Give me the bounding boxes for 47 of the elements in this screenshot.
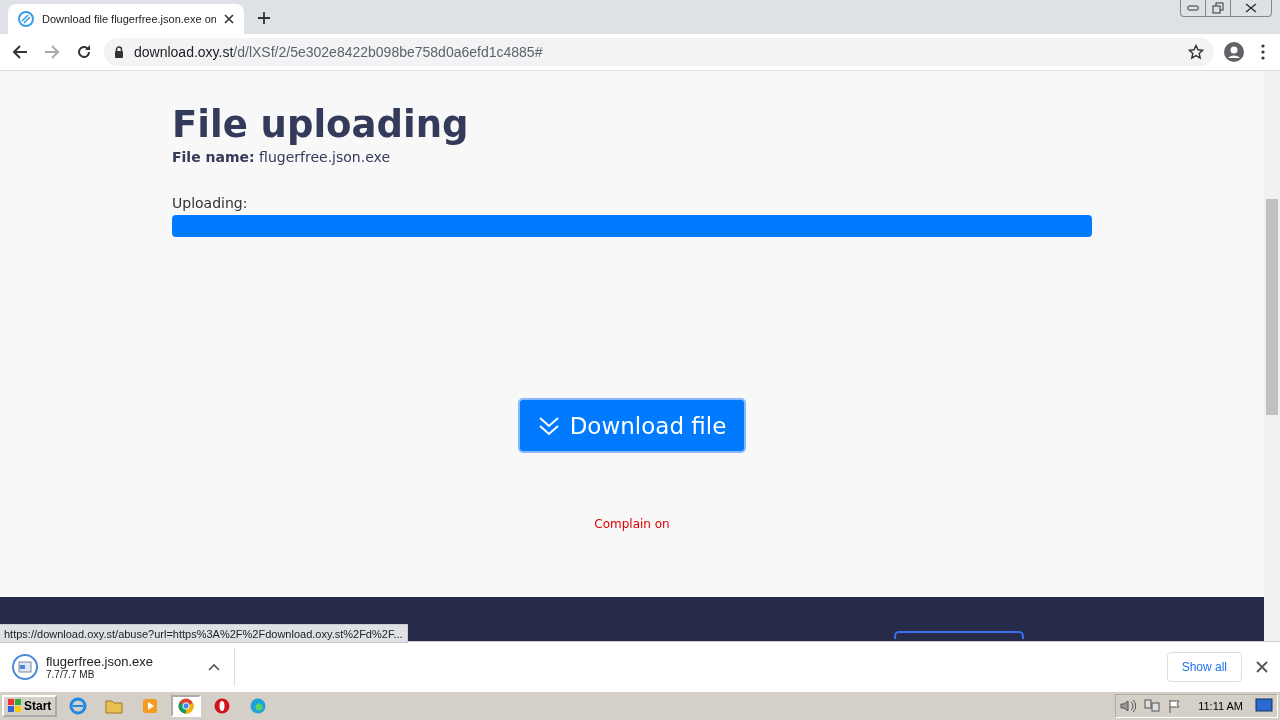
- star-icon[interactable]: [1188, 44, 1204, 60]
- opera-icon: [214, 698, 231, 714]
- scroll-thumb[interactable]: [1266, 199, 1278, 415]
- footer-button[interactable]: [894, 631, 1024, 639]
- lock-icon: [114, 46, 124, 58]
- speaker-icon[interactable]: [1120, 699, 1137, 713]
- new-tab-icon[interactable]: [257, 11, 271, 25]
- start-button[interactable]: Start: [2, 695, 58, 717]
- close-icon[interactable]: [224, 14, 234, 24]
- flag-icon[interactable]: [1168, 699, 1183, 713]
- folder-icon: [105, 698, 124, 714]
- close-icon[interactable]: [1256, 660, 1268, 673]
- download-button[interactable]: Download file: [518, 398, 746, 453]
- browser-e-icon: [69, 697, 88, 715]
- desktop-icon[interactable]: [1255, 698, 1273, 714]
- back-icon[interactable]: [12, 44, 28, 60]
- double-chevron-icon: [537, 415, 560, 436]
- chevron-up-icon[interactable]: [208, 662, 220, 671]
- url-text: download.oxy.st/d/lXSf/2/5e302e8422b098be758d0a6efd1c4885#: [134, 44, 543, 60]
- scrollbar[interactable]: [1264, 71, 1280, 641]
- network-icon[interactable]: [1144, 699, 1161, 713]
- download-item[interactable]: flugerfree.json.exe 7.7/7.7 MB: [12, 647, 235, 686]
- status-url: https://download.oxy.st/abuse?url=https%3A%2F%2Fdownload.oxy.st%2Fd%2F...: [0, 624, 408, 643]
- windows-logo-icon: [8, 699, 22, 713]
- clock: 11:11 AM: [1198, 700, 1243, 712]
- browser-tab[interactable]: Download file flugerfree.json.exe on: [8, 4, 244, 34]
- minimize-icon[interactable]: [1187, 5, 1199, 11]
- file-name-line: File name: flugerfree.json.exe: [172, 149, 391, 165]
- menu-icon[interactable]: [1261, 44, 1265, 60]
- download-size: 7.7/7.7 MB: [46, 668, 95, 680]
- complain-link[interactable]: Complain on: [594, 517, 670, 531]
- progress-label: Uploading:: [172, 195, 249, 211]
- close-icon[interactable]: [1245, 3, 1257, 13]
- show-all-button[interactable]: Show all: [1166, 651, 1242, 682]
- download-file-name: flugerfree.json.exe: [46, 653, 154, 669]
- tab-title: Download file flugerfree.json.exe on: [42, 13, 216, 25]
- taskbar-app[interactable]: [171, 695, 202, 717]
- address-bar[interactable]: download.oxy.st/d/lXSf/2/5e302e8422b098be758d0a6efd1c4885#: [104, 38, 1214, 66]
- site-logo-icon: [18, 11, 34, 27]
- account-icon[interactable]: [1224, 42, 1244, 62]
- file-icon: [12, 653, 38, 680]
- restore-icon[interactable]: [1212, 2, 1224, 14]
- chrome-icon: [178, 698, 195, 714]
- reload-icon[interactable]: [76, 44, 92, 60]
- page-heading: File uploading: [172, 102, 470, 148]
- edge-icon: [250, 698, 267, 714]
- play-icon: [142, 698, 159, 714]
